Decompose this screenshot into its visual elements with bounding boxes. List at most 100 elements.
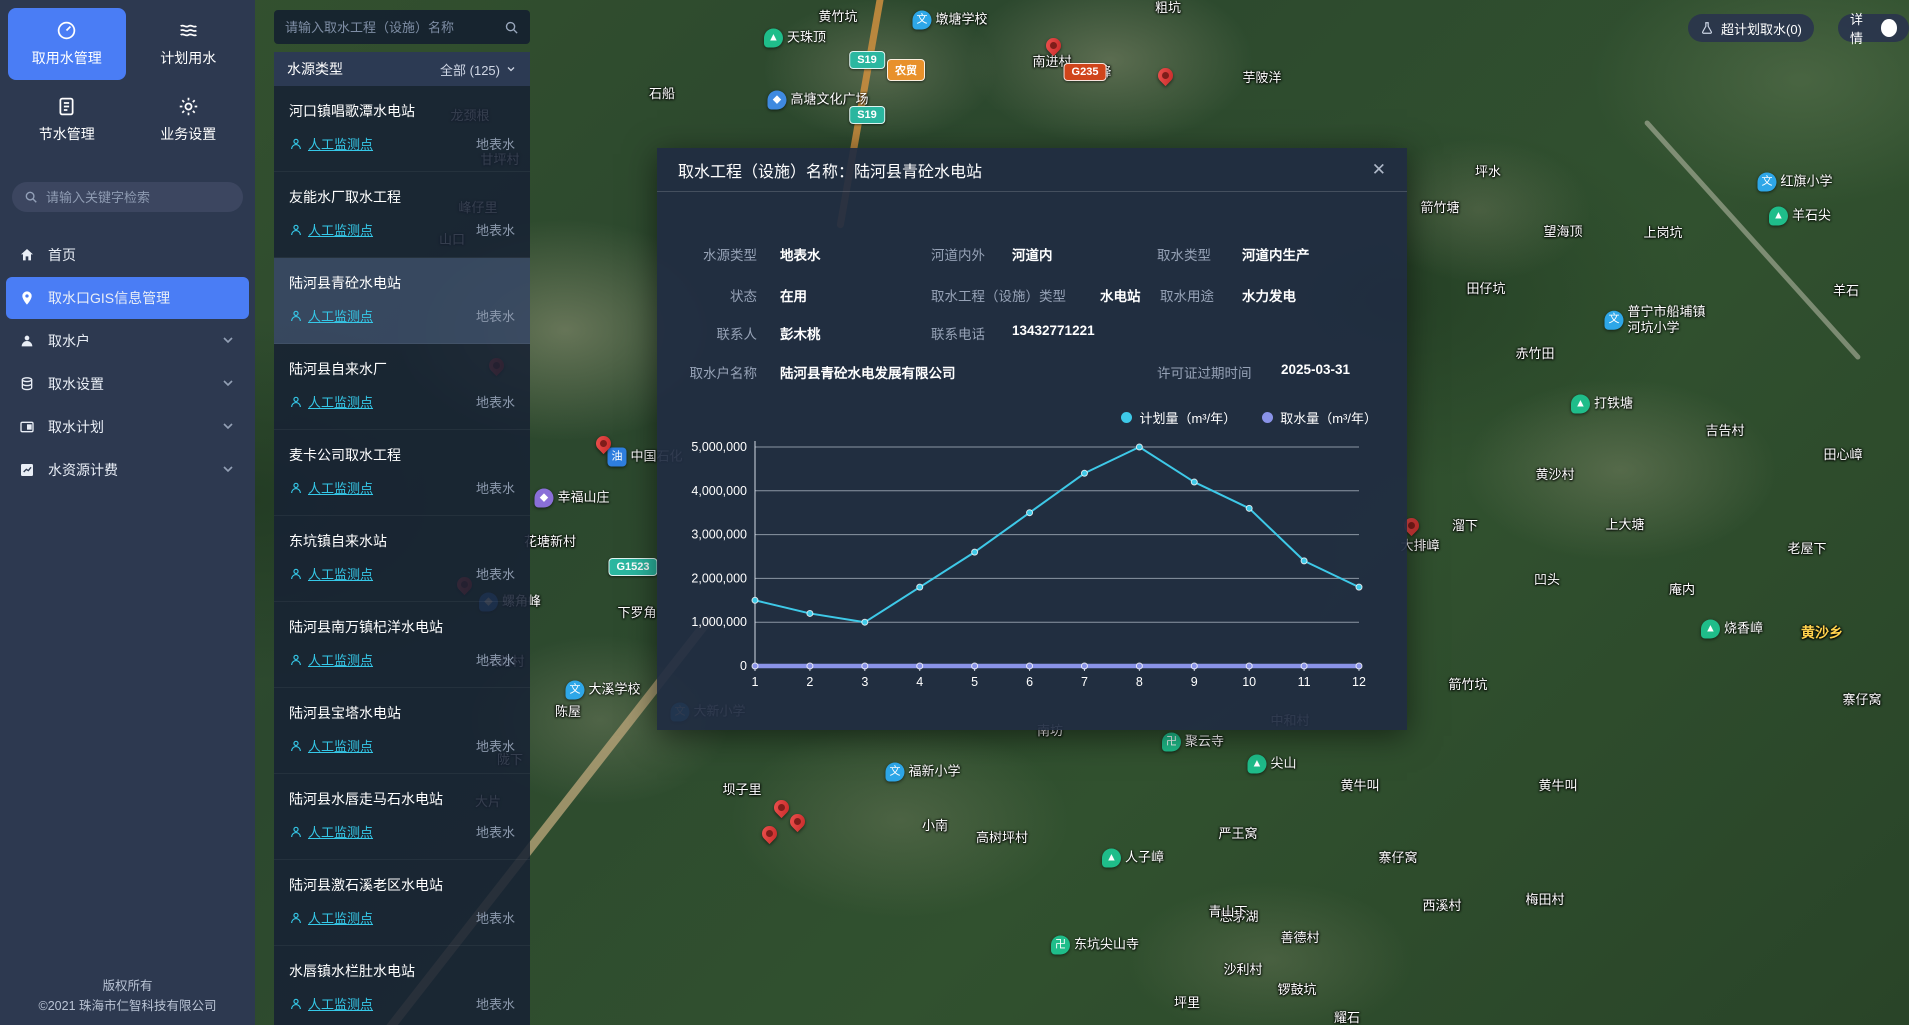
toggle-knob[interactable] bbox=[1881, 19, 1897, 37]
dialog-title: 取水工程（设施）名称：陆河县青砼水电站 bbox=[678, 158, 982, 182]
map-place-label: 黄竹坑 bbox=[818, 9, 857, 25]
module-button-waves[interactable]: 计划用水 bbox=[130, 8, 248, 80]
monitor-type-link[interactable]: 人工监测点 bbox=[289, 134, 373, 153]
map-pin-icon[interactable] bbox=[1155, 65, 1176, 86]
legend-dot-icon bbox=[1262, 412, 1273, 423]
map-place-label: 青山下 bbox=[1208, 904, 1247, 920]
monitor-type-link[interactable]: 人工监测点 bbox=[289, 994, 373, 1013]
sidebar-item-user[interactable]: 取水户 bbox=[6, 320, 249, 362]
facility-search-input[interactable] bbox=[285, 20, 496, 35]
sidebar-item-label: 取水口GIS信息管理 bbox=[48, 288, 170, 308]
map-poi-mtn[interactable]: ▲人子嶂 bbox=[1102, 849, 1164, 868]
legend-item[interactable]: 计划量（m³/年） bbox=[1121, 408, 1236, 427]
monitor-type-link[interactable]: 人工监测点 bbox=[289, 220, 373, 239]
map-poi-temple[interactable]: 卍聚云寺 bbox=[1162, 733, 1224, 752]
mtn-poi-icon: ▲ bbox=[1769, 207, 1788, 226]
water-source-type: 地表水 bbox=[476, 220, 515, 239]
monitor-type-link[interactable]: 人工监测点 bbox=[289, 392, 373, 411]
facility-meta: 人工监测点地表水 bbox=[289, 564, 515, 583]
map-place-label: 望海顶 bbox=[1543, 224, 1582, 240]
map-poi-mtn[interactable]: ▲羊石尖 bbox=[1769, 207, 1831, 226]
map-poi-school[interactable]: 文大溪学校 bbox=[565, 681, 640, 700]
map-poi-mtn[interactable]: ▲打铁塘 bbox=[1571, 395, 1633, 414]
module-button-gear[interactable]: 业务设置 bbox=[130, 84, 248, 156]
user-icon bbox=[19, 333, 35, 349]
map-pin-icon[interactable] bbox=[787, 811, 808, 832]
list-item[interactable]: 麦卡公司取水工程人工监测点地表水 bbox=[274, 430, 530, 516]
water-source-type: 地表水 bbox=[476, 994, 515, 1013]
list-item[interactable]: 东坑镇自来水站人工监测点地表水 bbox=[274, 516, 530, 602]
map-poi-school[interactable]: 文普宁市船埔镇 河坑小学 bbox=[1604, 304, 1705, 337]
map-poi-label: 天珠顶 bbox=[787, 30, 826, 46]
search-icon[interactable] bbox=[504, 20, 519, 35]
map-poi-mtn[interactable]: ▲天珠顶 bbox=[764, 29, 826, 48]
person-icon bbox=[289, 309, 303, 323]
sidebar-item-chart[interactable]: 水资源计费 bbox=[6, 449, 249, 491]
map-poi-mtn[interactable]: ▲烧香嶂 bbox=[1701, 620, 1763, 639]
water-source-type: 地表水 bbox=[476, 134, 515, 153]
map-poi-school[interactable]: 文福新小学 bbox=[885, 763, 960, 782]
data-point bbox=[917, 584, 923, 590]
map-place-label: 耀石 bbox=[1334, 1010, 1360, 1025]
facility-list: 水源类型 全部 (125) 河口镇唱歌潭水电站人工监测点地表水友能水厂取水工程人… bbox=[274, 52, 530, 1025]
list-item[interactable]: 陆河县宝塔水电站人工监测点地表水 bbox=[274, 688, 530, 774]
map-pin-icon[interactable] bbox=[759, 823, 780, 844]
list-item[interactable]: 陆河县激石溪老区水电站人工监测点地表水 bbox=[274, 860, 530, 946]
sidebar-item-db[interactable]: 取水设置 bbox=[6, 363, 249, 405]
data-point bbox=[1191, 479, 1197, 485]
chevron-down-icon bbox=[505, 63, 517, 75]
map-place-label: 西溪村 bbox=[1422, 898, 1461, 914]
sidebar-item-pin[interactable]: 取水口GIS信息管理 bbox=[6, 277, 249, 319]
monitor-type-link[interactable]: 人工监测点 bbox=[289, 908, 373, 927]
legend-label: 取水量（m³/年） bbox=[1280, 408, 1377, 427]
list-item[interactable]: 陆河县水唇走马石水电站人工监测点地表水 bbox=[274, 774, 530, 860]
x-tick-label: 3 bbox=[861, 675, 868, 689]
module-button-doc[interactable]: 节水管理 bbox=[8, 84, 126, 156]
filter-dropdown[interactable]: 全部 (125) bbox=[440, 60, 517, 79]
map-poi-purple[interactable]: ◆幸福山庄 bbox=[534, 489, 609, 508]
close-icon[interactable]: ✕ bbox=[1372, 160, 1386, 180]
legend-item[interactable]: 取水量（m³/年） bbox=[1262, 408, 1377, 427]
detail-toggle[interactable]: 详情 bbox=[1838, 14, 1909, 42]
map-poi-school[interactable]: 文红旗小学 bbox=[1757, 173, 1832, 192]
map-pin-icon[interactable] bbox=[771, 797, 792, 818]
module-button-gauge[interactable]: 取用水管理 bbox=[8, 8, 126, 80]
monitor-label: 人工监测点 bbox=[308, 478, 373, 497]
sidebar-search-input[interactable] bbox=[46, 190, 231, 205]
list-item[interactable]: 陆河县南万镇杞洋水电站人工监测点地表水 bbox=[274, 602, 530, 688]
sidebar-search[interactable] bbox=[12, 182, 243, 212]
facility-meta: 人工监测点地表水 bbox=[289, 478, 515, 497]
field-value: 在用 bbox=[780, 285, 807, 305]
monitor-type-link[interactable]: 人工监测点 bbox=[289, 478, 373, 497]
over-plan-button[interactable]: 超计划取水(0) bbox=[1688, 14, 1814, 42]
temple-poi-icon: 卍 bbox=[1051, 936, 1070, 955]
monitor-label: 人工监测点 bbox=[308, 994, 373, 1013]
facility-search[interactable] bbox=[274, 10, 530, 44]
monitor-type-link[interactable]: 人工监测点 bbox=[289, 564, 373, 583]
map-poi-school[interactable]: 文墩塘学校 bbox=[912, 11, 987, 30]
list-item[interactable]: 陆河县青砼水电站人工监测点地表水 bbox=[274, 258, 530, 344]
detail-label: 详情 bbox=[1850, 9, 1874, 47]
list-item[interactable]: 河口镇唱歌潭水电站人工监测点地表水 bbox=[274, 86, 530, 172]
map-poi-temple[interactable]: 卍东坑尖山寺 bbox=[1051, 936, 1139, 955]
x-tick-label: 1 bbox=[752, 675, 759, 689]
monitor-type-link[interactable]: 人工监测点 bbox=[289, 650, 373, 669]
map-place-label: 羊石 bbox=[1833, 283, 1859, 299]
sidebar-item-card[interactable]: 取水计划 bbox=[6, 406, 249, 448]
list-item[interactable]: 友能水厂取水工程人工监测点地表水 bbox=[274, 172, 530, 258]
monitor-type-link[interactable]: 人工监测点 bbox=[289, 736, 373, 755]
map-poi-mtn[interactable]: ▲尖山 bbox=[1247, 755, 1296, 774]
person-icon bbox=[289, 739, 303, 753]
filter-label: 水源类型 bbox=[287, 59, 343, 79]
chevron-down-icon bbox=[220, 332, 236, 351]
list-item[interactable]: 陆河县自来水厂人工监测点地表水 bbox=[274, 344, 530, 430]
road-badge: 农贸 bbox=[887, 59, 925, 81]
monitor-type-link[interactable]: 人工监测点 bbox=[289, 306, 373, 325]
y-tick-label: 4,000,000 bbox=[691, 484, 747, 498]
monitor-type-link[interactable]: 人工监测点 bbox=[289, 822, 373, 841]
map-place-label: 田仔坑 bbox=[1466, 281, 1505, 297]
sidebar-item-home[interactable]: 首页 bbox=[6, 234, 249, 276]
x-tick-label: 2 bbox=[806, 675, 813, 689]
list-item[interactable]: 水唇镇水栏肚水电站人工监测点地表水 bbox=[274, 946, 530, 1025]
data-point bbox=[1136, 444, 1142, 450]
